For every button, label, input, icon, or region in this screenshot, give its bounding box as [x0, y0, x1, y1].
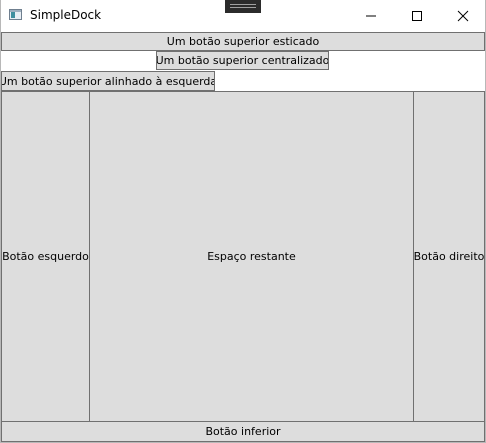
title-bar[interactable]: SimpleDock [0, 0, 486, 31]
minimize-button[interactable] [348, 0, 394, 31]
drag-handle-icon[interactable] [225, 0, 261, 13]
top-left-label: Um botão superior alinhado à esquerda [1, 74, 215, 88]
close-button[interactable] [440, 0, 486, 31]
top-centered-button[interactable]: Um botão superior centralizado [156, 51, 329, 70]
top-stretched-label: Um botão superior esticado [166, 35, 320, 48]
top-stretched-button[interactable]: Um botão superior esticado [1, 32, 485, 51]
top-left-button[interactable]: Um botão superior alinhado à esquerda [1, 71, 215, 91]
maximize-icon [412, 11, 422, 21]
maximize-button[interactable] [394, 0, 440, 31]
main-window: SimpleDock Um botão superior esticado Um… [0, 0, 486, 443]
bottom-label: Botão inferior [205, 425, 281, 438]
left-label: Botão esquerdo [2, 250, 89, 263]
app-window-icon[interactable] [9, 9, 22, 20]
top-centered-label: Um botão superior centralizado [156, 54, 329, 67]
close-icon [457, 10, 469, 22]
window-title: SimpleDock [30, 8, 102, 22]
fill-label: Espaço restante [207, 250, 296, 263]
left-button[interactable]: Botão esquerdo [1, 91, 90, 422]
right-label: Botão direito [413, 250, 485, 263]
fill-button[interactable]: Espaço restante [89, 91, 414, 422]
dock-panel: Um botão superior esticado Um botão supe… [1, 31, 485, 442]
right-button[interactable]: Botão direito [413, 91, 485, 422]
minimize-icon [366, 15, 376, 17]
bottom-button[interactable]: Botão inferior [1, 421, 485, 442]
